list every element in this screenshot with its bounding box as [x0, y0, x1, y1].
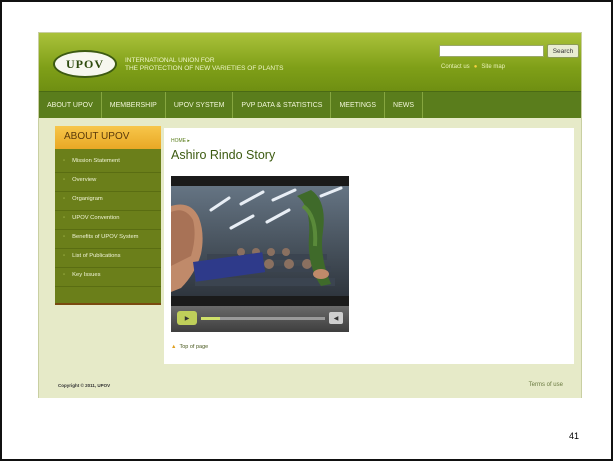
header-links: Contact us ● Site map: [441, 64, 505, 70]
sidebar-item-label: Mission Statement: [72, 158, 120, 164]
bullet-icon: ▫: [63, 215, 66, 221]
nav-item-membership[interactable]: MEMBERSHIP: [102, 92, 166, 118]
site-footer: Copyright © 2011, UPOV Terms of use: [39, 375, 581, 398]
slide: UPOV INTERNATIONAL UNION FOR THE PROTECT…: [0, 0, 613, 461]
top-of-page-link[interactable]: ▲ Top of page: [171, 344, 208, 350]
breadcrumb-arrow-icon: ▸: [187, 138, 190, 144]
sidebar-item-label: Benefits of UPOV System: [72, 234, 139, 240]
sidebar-item-label: Organigram: [72, 196, 103, 202]
nav-item-pvp-data[interactable]: PVP DATA & STATISTICS: [233, 92, 332, 118]
separator-dot-icon: ●: [473, 64, 478, 70]
org-name-line2: THE PROTECTION OF NEW VARIETIES OF PLANT…: [125, 65, 284, 72]
upov-logo[interactable]: UPOV: [53, 50, 117, 78]
bullet-icon: ▫: [63, 196, 66, 202]
web-page: UPOV INTERNATIONAL UNION FOR THE PROTECT…: [38, 32, 582, 398]
nav-item-meetings[interactable]: MEETINGS: [331, 92, 386, 118]
nav-item-about[interactable]: ABOUT UPOV: [39, 92, 102, 118]
org-name: INTERNATIONAL UNION FOR THE PROTECTION O…: [125, 57, 345, 73]
seek-bar[interactable]: [201, 317, 325, 320]
volume-icon[interactable]: ◀: [329, 312, 343, 324]
bullet-icon: ▫: [63, 177, 66, 183]
sidebar-item-label: Key Issues: [72, 272, 101, 278]
video-controls: ▶ ◀: [171, 306, 349, 332]
search-button[interactable]: Search: [547, 44, 579, 58]
bullet-icon: ▫: [63, 253, 66, 259]
up-triangle-icon: ▲: [171, 344, 177, 350]
sidebar-item-mission[interactable]: ▫ Mission Statement: [55, 154, 161, 173]
sidebar-item-label: List of Publications: [72, 253, 121, 259]
top-of-page-label: Top of page: [179, 344, 209, 350]
sidebar-item-organigram[interactable]: ▫ Organigram: [55, 192, 161, 211]
main-content: HOME ▸ Ashiro Rindo Story ▶ ◀ ▲ Top of p…: [164, 128, 574, 364]
terms-of-use-link[interactable]: Terms of use: [529, 382, 563, 388]
sidebar-item-convention[interactable]: ▫ UPOV Convention: [55, 211, 161, 230]
page-title: Ashiro Rindo Story: [171, 148, 276, 162]
bullet-icon: ▫: [63, 272, 66, 278]
seek-progress: [201, 317, 220, 320]
video-frame: [171, 176, 349, 306]
sidebar-title[interactable]: ABOUT UPOV: [55, 126, 161, 149]
sidebar-item-benefits[interactable]: ▫ Benefits of UPOV System: [55, 230, 161, 249]
search-input[interactable]: [439, 45, 544, 57]
slide-number: 41: [569, 431, 580, 441]
logo-text: UPOV: [66, 56, 104, 71]
site-header: UPOV INTERNATIONAL UNION FOR THE PROTECT…: [39, 33, 581, 91]
sidebar-item-publications[interactable]: ▫ List of Publications: [55, 249, 161, 268]
contact-us-link[interactable]: Contact us: [441, 64, 470, 70]
copyright: Copyright © 2011, UPOV: [58, 383, 111, 388]
sidebar-item-overview[interactable]: ▫ Overview: [55, 173, 161, 192]
breadcrumb-home-link[interactable]: HOME: [171, 138, 186, 144]
sidebar-item-label: Overview: [72, 177, 97, 183]
bullet-icon: ▫: [63, 158, 66, 164]
sidebar-list: ▫ Mission Statement ▫ Overview ▫ Organigram…: [55, 149, 161, 287]
sidebar-item-label: UPOV Convention: [72, 215, 120, 221]
nav-item-news[interactable]: NEWS: [385, 92, 424, 118]
bullet-icon: ▫: [63, 234, 66, 240]
play-icon[interactable]: ▶: [177, 311, 197, 325]
sidebar-item-key-issues[interactable]: ▫ Key Issues: [55, 268, 161, 287]
nav-item-upov-system[interactable]: UPOV SYSTEM: [166, 92, 234, 118]
main-nav: ABOUT UPOV MEMBERSHIP UPOV SYSTEM PVP DA…: [39, 91, 581, 118]
sidebar: ABOUT UPOV ▫ Mission Statement ▫ Overview …: [55, 126, 161, 303]
video-player[interactable]: ▶ ◀: [171, 176, 349, 332]
org-name-line1: INTERNATIONAL UNION FOR: [125, 57, 215, 64]
breadcrumb: HOME ▸: [171, 138, 190, 144]
site-map-link[interactable]: Site map: [481, 64, 505, 70]
